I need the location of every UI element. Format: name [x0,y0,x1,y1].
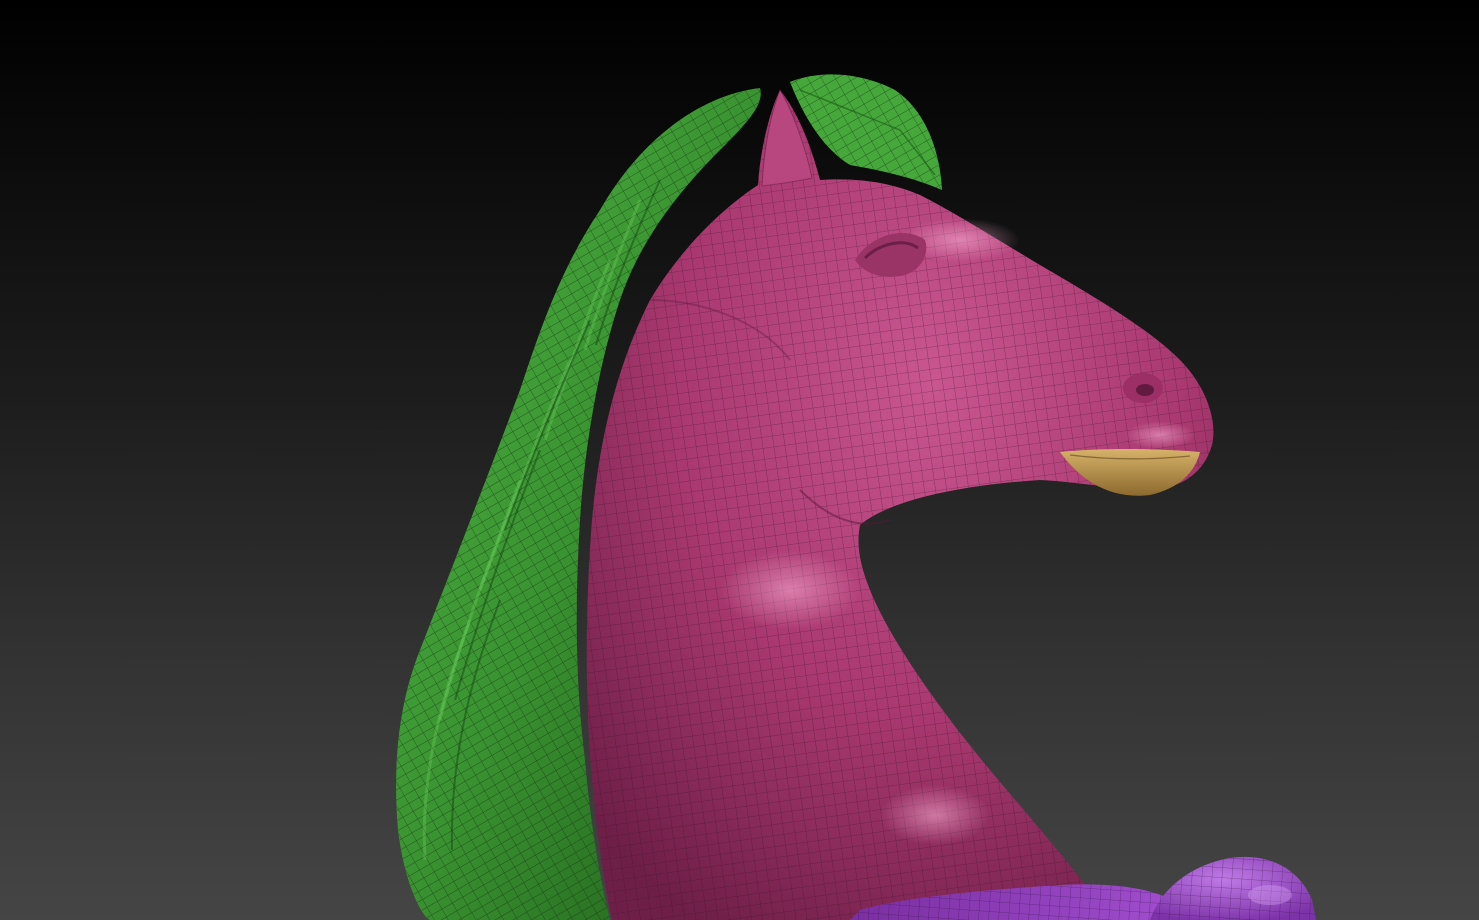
sculpt-canvas[interactable] [0,0,1479,920]
lower-lip-polygroup[interactable] [1060,449,1200,496]
head-neck-polygroup[interactable] [586,88,1214,920]
3d-viewport[interactable] [0,0,1479,920]
nostril [1123,373,1163,403]
knee-polygroup[interactable] [1150,856,1316,920]
